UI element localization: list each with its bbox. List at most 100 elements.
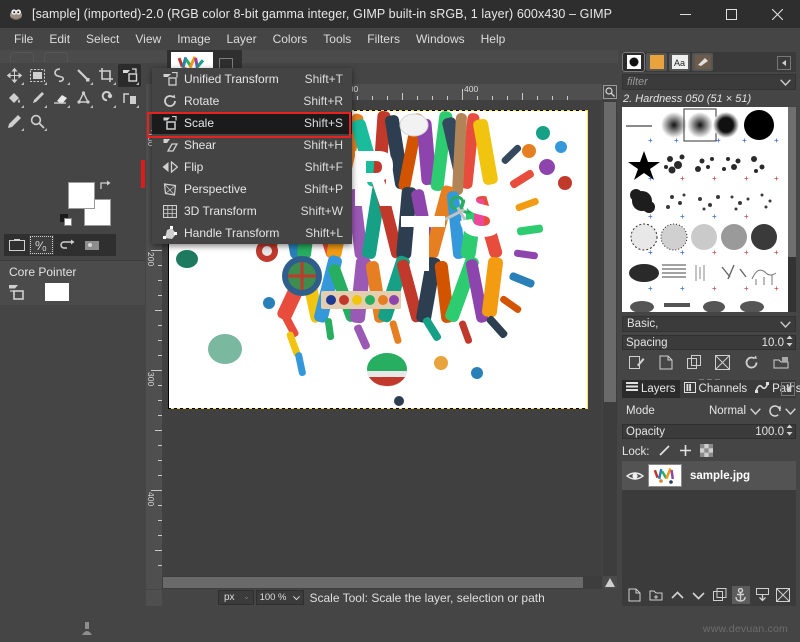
brush-tag-selector[interactable]: Basic, [622,316,796,332]
delete-brush-button[interactable] [715,355,730,373]
tab-layers[interactable]: Layers [622,380,680,398]
menu-select[interactable]: Select [78,29,127,49]
close-button[interactable] [754,0,800,28]
navigation-preview-button[interactable] [603,576,617,589]
menu-layer[interactable]: Layer [219,29,265,49]
menu-colors[interactable]: Colors [265,29,316,49]
delete-layer-button[interactable] [774,586,792,604]
free-select-tool[interactable] [49,64,72,87]
transform-tools-dropdown[interactable]: Unified Transform Shift+T Rotate Shift+R… [152,68,352,244]
spacing-slider[interactable]: Spacing 10.0 [622,335,796,350]
patterns-tab[interactable] [646,53,667,71]
eraser-tool[interactable] [49,87,72,110]
brushes-tab[interactable] [623,53,644,71]
raise-layer-button[interactable] [668,586,686,604]
fonts-tab[interactable]: Aa [669,53,690,71]
foreground-color-swatch[interactable] [68,182,95,209]
layers-icon [626,382,638,396]
menu-view[interactable]: View [127,29,169,49]
menu-item-perspective[interactable]: Perspective Shift+P [152,178,352,200]
menu-filters[interactable]: Filters [359,29,408,49]
menu-image[interactable]: Image [169,29,218,49]
lock-pixels-icon[interactable] [658,444,671,460]
quick-mask-toggle[interactable] [146,590,162,606]
unit-selector[interactable]: px [218,590,254,605]
layer-row-sample[interactable]: sample.jpg [622,461,796,490]
menu-item-handle-transform[interactable]: Handle Transform Shift+L [152,222,352,244]
tab-channels[interactable]: Channels [680,380,752,398]
maximize-button[interactable] [708,0,754,28]
layers-dock-menu-button[interactable] [781,382,795,396]
menu-file[interactable]: File [6,29,41,49]
device-color-swatch[interactable] [45,283,69,301]
zoom-image-button[interactable] [603,85,617,99]
spinner-icon[interactable] [786,424,795,439]
lock-alpha-icon[interactable] [700,444,713,460]
menu-item-rotate[interactable]: Rotate Shift+R [152,90,352,112]
paintbrush-tool[interactable] [26,87,49,110]
active-image-icon[interactable] [4,235,29,255]
new-layer-button[interactable] [626,586,644,604]
duplicate-layer-button[interactable] [711,586,729,604]
canvas-vertical-scrollbar[interactable] [603,100,617,590]
vertical-scroll-thumb[interactable] [604,102,616,402]
menu-help[interactable]: Help [473,29,514,49]
bucket-fill-tool[interactable] [3,87,26,110]
bottom-strip: www.devuan.com [0,606,800,642]
swap-colors-icon[interactable] [100,180,111,191]
brush-grid[interactable]: ++ ++ + ++ ++ + [622,107,788,312]
mode-dropdown[interactable]: Normal [709,404,763,418]
brush-scroll-thumb[interactable] [788,107,796,257]
menu-item-3d-transform[interactable]: 3D Transform Shift+W [152,200,352,222]
zoom-selector[interactable]: 100 % [256,590,304,605]
refresh-brushes-button[interactable] [744,355,759,373]
chevron-down-icon[interactable] [780,75,795,89]
menu-tools[interactable]: Tools [315,29,359,49]
menu-item-scale[interactable]: Scale Shift+S [152,112,352,134]
menu-item-shear[interactable]: Shear Shift+H [152,134,352,156]
reset-colors-icon[interactable] [60,214,73,227]
unified-transform-tool[interactable] [118,64,141,87]
new-layer-group-button[interactable] [647,586,665,604]
minimize-button[interactable] [662,0,708,28]
canvas-horizontal-scrollbar[interactable] [162,576,602,589]
anchor-layer-button[interactable] [732,586,750,604]
paths-tool[interactable] [72,64,95,87]
new-brush-button[interactable] [659,355,673,373]
brush-filter-input[interactable]: filter [622,74,796,90]
window-controls [662,0,800,28]
lock-position-icon[interactable] [679,444,692,460]
dock-menu-button[interactable] [777,56,791,70]
brush-grid-scrollbar[interactable] [788,107,796,312]
active-gradient-icon[interactable] [79,235,104,255]
gradient-tool[interactable] [118,87,141,110]
rect-select-tool[interactable] [26,64,49,87]
menu-item-flip[interactable]: Flip Shift+F [152,156,352,178]
menu-edit[interactable]: Edit [41,29,78,49]
zoom-tool[interactable] [26,110,49,133]
tab-layers-label: Layers [641,383,676,395]
opacity-slider[interactable]: Opacity 100.0 [622,424,796,439]
spinner-icon[interactable] [786,335,795,350]
pencil-tool[interactable] [3,110,26,133]
smudge-tool[interactable] [72,87,95,110]
crop-tool[interactable] [95,64,118,87]
duplicate-brush-button[interactable] [687,355,702,373]
menu-item-unified-transform[interactable]: Unified Transform Shift+T [152,68,352,90]
menu-windows[interactable]: Windows [408,29,473,49]
edit-brush-button[interactable] [629,355,645,373]
eye-icon[interactable] [622,470,648,482]
tool-presets-tab[interactable] [692,53,713,71]
chevron-down-icon[interactable] [780,317,795,331]
svg-text:+: + [648,248,653,257]
active-pattern-icon[interactable] [54,235,79,255]
clone-tool[interactable] [95,87,118,110]
tool-options-panel [0,305,145,606]
horizontal-scroll-thumb[interactable] [163,577,583,588]
lower-layer-button[interactable] [689,586,707,604]
move-tool[interactable] [3,64,26,87]
open-brush-as-image-button[interactable] [773,356,789,373]
composite-mode-button[interactable] [769,405,796,417]
merge-down-button[interactable] [753,586,771,604]
active-brush-icon[interactable]: ⁰⁄₀ [29,235,54,255]
